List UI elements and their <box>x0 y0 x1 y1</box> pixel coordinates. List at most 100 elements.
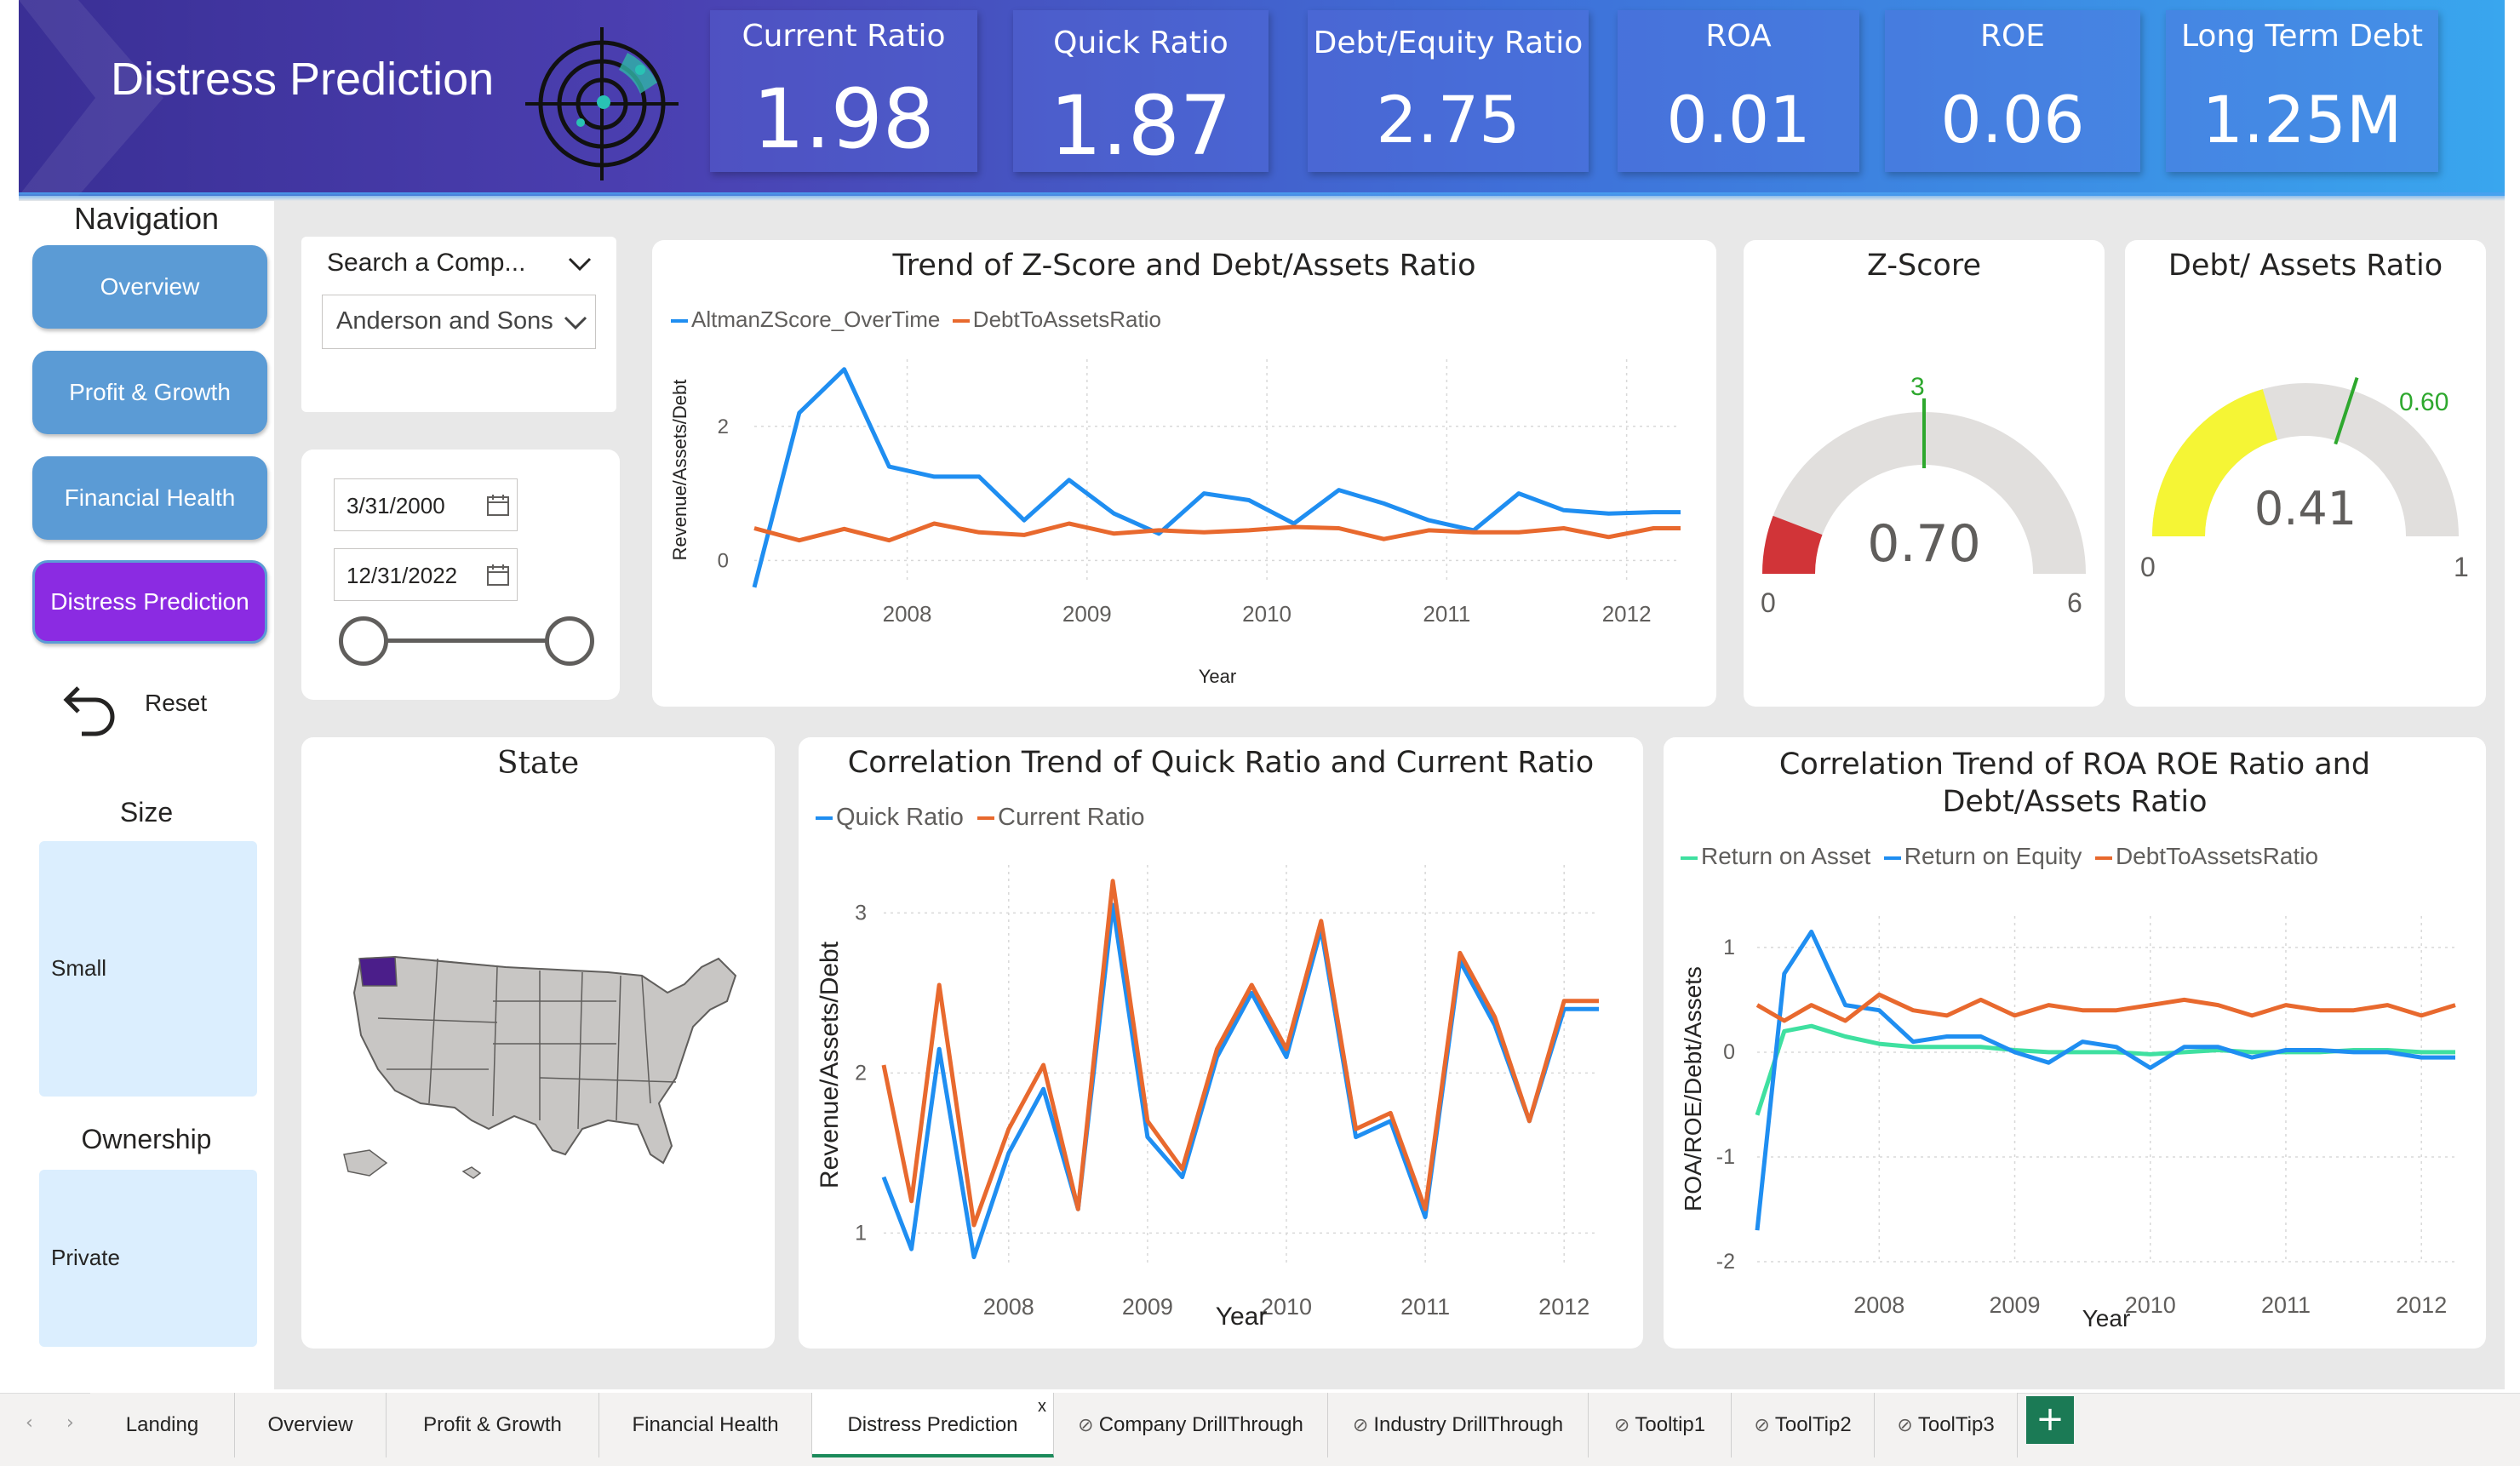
tab-label: Distress Prediction <box>847 1413 1018 1436</box>
nav-profit-growth-button[interactable]: Profit & Growth <box>32 351 267 434</box>
tab-industry-drillthrough[interactable]: ⊘ Industry DrillThrough <box>1328 1393 1589 1457</box>
kpi-value: 1.87 <box>1050 78 1232 174</box>
nav-financial-health-button[interactable]: Financial Health <box>32 456 267 540</box>
company-search-input[interactable]: Search a Comp... <box>327 249 525 278</box>
nav-distress-prediction-button[interactable]: Distress Prediction <box>32 560 267 644</box>
kpi-label: Long Term Debt <box>2180 19 2424 54</box>
tab-overview[interactable]: Overview <box>235 1393 387 1457</box>
series-line <box>753 521 1681 543</box>
y-axis-title: Revenue/Assets/Debt <box>669 380 690 561</box>
tab-label: Company DrillThrough <box>1098 1413 1303 1436</box>
kpi-quick-ratio: Quick Ratio 1.87 <box>1013 10 1269 174</box>
tab-label: Industry DrillThrough <box>1373 1413 1564 1436</box>
reset-button[interactable]: Reset <box>51 674 255 742</box>
y-tick-label: 1 <box>855 1221 867 1245</box>
us-map[interactable] <box>335 942 744 1197</box>
x-tick-label: 2008 <box>883 601 932 627</box>
ownership-slicer[interactable]: Private <box>39 1170 257 1347</box>
size-slicer[interactable]: Small <box>39 841 257 1097</box>
undo-icon <box>63 686 115 736</box>
zscore-gauge-card: Z-Score 0.70 0 6 3 <box>1744 240 2105 707</box>
kpi-label: Current Ratio <box>742 19 946 54</box>
kpi-long-term-debt: Long Term Debt 1.25M <box>2166 10 2438 172</box>
x-tick-label: 2010 <box>2125 1292 2176 1318</box>
y-tick-label: 2 <box>718 415 729 438</box>
nav-overview-button[interactable]: Overview <box>32 245 267 329</box>
hidden-eye-icon: ⊘ <box>1078 1414 1099 1435</box>
add-page-button[interactable]: + <box>2026 1396 2074 1444</box>
kpi-current-ratio: Current Ratio 1.98 <box>710 10 977 172</box>
date-slider-track[interactable] <box>366 639 562 643</box>
company-selected-value: Anderson and Sons <box>336 307 553 335</box>
tab-scroll-right-icon[interactable]: › <box>66 1412 74 1434</box>
x-tick-label: 2009 <box>1122 1294 1173 1320</box>
hidden-eye-icon: ⊘ <box>1613 1414 1635 1435</box>
kpi-roa: ROA 0.01 <box>1618 10 1859 172</box>
trend-zscore-card: Trend of Z-Score and Debt/Assets Ratio A… <box>652 240 1716 707</box>
x-tick-label: 2012 <box>1538 1294 1589 1320</box>
tab-landing[interactable]: Landing <box>90 1393 235 1457</box>
x-tick-label: 2011 <box>2261 1292 2311 1318</box>
series-line <box>1755 992 2456 1023</box>
x-tick-label: 2010 <box>1261 1294 1312 1320</box>
date-to-value: 12/31/2022 <box>346 563 458 588</box>
x-tick-label: 2012 <box>2396 1292 2447 1318</box>
date-from-value: 3/31/2000 <box>346 493 445 518</box>
x-axis-title: Year <box>2082 1305 2131 1331</box>
tab-distress-prediction[interactable]: Distress Prediction x <box>812 1393 1054 1457</box>
kpi-value: 0.06 <box>1940 82 2085 157</box>
chart-title: State <box>496 746 580 781</box>
navigation-title: Navigation <box>73 201 220 236</box>
trend-line-chart: 2008 2009 2010 2011 2012 0 2 Year Revenue/Assets… <box>669 359 1681 687</box>
gauge-max: 6 <box>2067 587 2082 618</box>
chevron-down-icon[interactable] <box>567 254 593 274</box>
ownership-option-private[interactable]: Private <box>51 1245 120 1271</box>
kpi-debt-equity-ratio: Debt/Equity Ratio 2.75 <box>1308 10 1589 172</box>
kpi-value: 0.01 <box>1666 82 1811 157</box>
hidden-eye-icon: ⊘ <box>1897 1414 1918 1435</box>
company-dropdown[interactable]: Anderson and Sons <box>322 295 596 349</box>
series-line <box>1755 930 2455 1231</box>
gauge-min: 0 <box>2140 552 2156 582</box>
tab-label: ToolTip2 <box>1774 1413 1852 1436</box>
tab-close-icon[interactable]: x <box>1038 1374 1046 1439</box>
series-line <box>881 902 1599 1260</box>
calendar-icon[interactable] <box>486 493 510 517</box>
radar-target-icon <box>525 27 679 180</box>
date-slider-end-handle[interactable] <box>545 616 594 666</box>
size-option-small[interactable]: Small <box>51 955 106 982</box>
tab-profit-growth[interactable]: Profit & Growth <box>387 1393 599 1457</box>
tab-financial-health[interactable]: Financial Health <box>599 1393 812 1457</box>
page: Distress Prediction Current Ratio 1.98 Qu… <box>0 0 2520 1466</box>
page-title: Distress Prediction <box>111 54 495 105</box>
date-from-field[interactable]: 3/31/2000 <box>334 478 518 531</box>
date-to-field[interactable]: 12/31/2022 <box>334 548 518 601</box>
y-tick-label: -1 <box>1716 1145 1735 1169</box>
y-tick-label: 1 <box>1723 936 1735 959</box>
calendar-icon[interactable] <box>486 563 510 587</box>
tab-label: Tooltip1 <box>1635 1413 1706 1436</box>
tab-tooltip2[interactable]: ⊘ ToolTip2 <box>1732 1393 1875 1457</box>
zscore-gauge <box>1762 398 2086 574</box>
ownership-slicer-title: Ownership <box>81 1124 212 1154</box>
gauge-max: 1 <box>2454 552 2469 582</box>
company-search-card: Search a Comp... Anderson and Sons <box>301 237 616 412</box>
tab-scroll-left-icon[interactable]: ‹ <box>26 1412 33 1434</box>
x-tick-label: 2011 <box>1423 601 1470 627</box>
date-slider-start-handle[interactable] <box>339 616 388 666</box>
x-tick-label: 2012 <box>1602 601 1652 627</box>
header-glow <box>19 192 2505 201</box>
kpi-label: ROE <box>1979 19 2046 54</box>
tab-tooltip1[interactable]: ⊘ Tooltip1 <box>1589 1393 1732 1457</box>
y-tick-label: 0 <box>1723 1040 1735 1064</box>
y-axis-title: Revenue/Assets/Debt <box>816 941 844 1188</box>
tab-tooltip3[interactable]: ⊘ ToolTip3 <box>1875 1393 2018 1457</box>
x-tick-label: 2008 <box>983 1294 1034 1320</box>
roa-roe-card: Correlation Trend of ROA ROE Ratio and D… <box>1664 737 2486 1349</box>
gauge-target: 3 <box>1910 373 1925 401</box>
navigation-panel: Navigation Overview Profit & Growth Fina… <box>19 201 274 1389</box>
debt-assets-gauge <box>2152 376 2459 536</box>
y-tick-label: -2 <box>1716 1250 1735 1274</box>
tab-company-drillthrough[interactable]: ⊘ Company DrillThrough <box>1054 1393 1328 1457</box>
series-line <box>1755 1023 2455 1116</box>
